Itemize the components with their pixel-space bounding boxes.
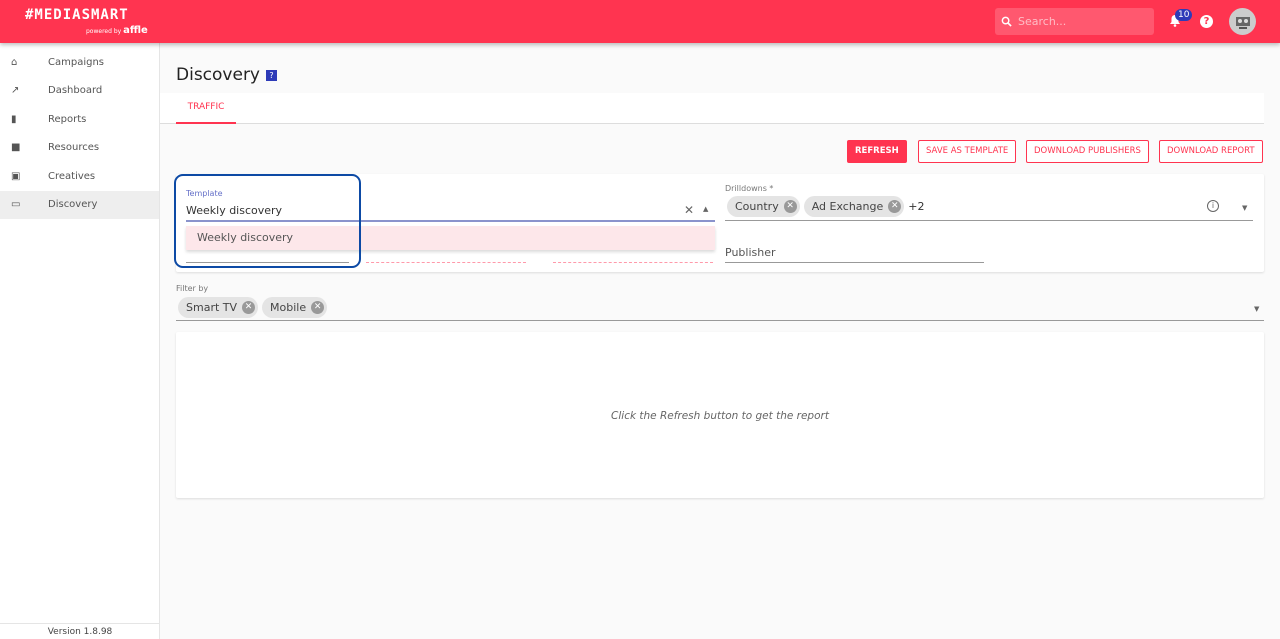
sidebar-item-reports[interactable]: ▮ Reports bbox=[0, 105, 159, 134]
chip-smart-tv: Smart TV ✕ bbox=[178, 297, 259, 318]
download-publishers-button[interactable]: DOWNLOAD PUBLISHERS bbox=[1026, 140, 1149, 163]
filter-select[interactable]: Smart TV ✕ Mobile ✕ bbox=[178, 297, 331, 318]
remove-chip-icon[interactable]: ✕ bbox=[888, 200, 902, 213]
tab-bar: TRAFFIC bbox=[160, 93, 1264, 124]
sidebar-item-campaigns[interactable]: ⌂ Campaigns bbox=[0, 48, 159, 77]
chip-mobile: Mobile ✕ bbox=[262, 297, 328, 318]
filter-label: Filter by bbox=[176, 284, 209, 293]
image-icon: ▣ bbox=[11, 170, 21, 182]
search-icon bbox=[1001, 16, 1012, 27]
avatar[interactable] bbox=[1229, 8, 1256, 35]
chevron-down-icon[interactable]: ▼ bbox=[1242, 204, 1247, 212]
bar-chart-icon: ▮ bbox=[11, 113, 17, 125]
arrow-up-icon[interactable]: ▲ bbox=[703, 205, 708, 213]
robot-icon bbox=[1235, 16, 1250, 29]
home-icon: ⌂ bbox=[11, 56, 18, 68]
start-date-field[interactable] bbox=[366, 262, 526, 263]
remove-chip-icon[interactable]: ✕ bbox=[242, 301, 256, 314]
notification-badge: 10 bbox=[1175, 9, 1193, 21]
chevron-down-icon[interactable]: ▼ bbox=[1254, 305, 1259, 313]
clear-icon[interactable]: ✕ bbox=[684, 203, 694, 217]
help-icon[interactable]: ? bbox=[1200, 15, 1213, 28]
publisher-input[interactable]: Publisher bbox=[725, 246, 776, 259]
main-content: Discovery? TRAFFIC REFRESH SAVE AS TEMPL… bbox=[160, 43, 1280, 639]
end-date-field[interactable] bbox=[553, 262, 713, 263]
search-input[interactable]: Search... bbox=[995, 8, 1154, 35]
page-title: Discovery? bbox=[176, 65, 277, 85]
sidebar-item-creatives[interactable]: ▣ Creatives bbox=[0, 162, 159, 191]
filter-underline bbox=[176, 320, 1264, 321]
version-label: Version 1.8.98 bbox=[0, 623, 160, 637]
refresh-button[interactable]: REFRESH bbox=[847, 140, 907, 163]
focus-highlight bbox=[174, 174, 361, 268]
info-icon[interactable]: i bbox=[1207, 200, 1219, 212]
more-count: +2 bbox=[908, 200, 925, 213]
drilldowns-underline bbox=[725, 220, 1253, 221]
sidebar-item-discovery[interactable]: ▭ Discovery bbox=[0, 190, 159, 219]
publisher-underline bbox=[725, 262, 984, 263]
logo: #MEDIASMART bbox=[25, 7, 129, 23]
drilldowns-select[interactable]: Country ✕ Ad Exchange ✕ +2 bbox=[727, 196, 924, 217]
download-report-button[interactable]: DOWNLOAD REPORT bbox=[1159, 140, 1263, 163]
widgets-icon: ■ bbox=[11, 142, 21, 154]
drilldowns-label: Drilldowns * bbox=[725, 184, 774, 193]
empty-message: Click the Refresh button to get the repo… bbox=[611, 410, 829, 422]
chip-country: Country ✕ bbox=[727, 196, 800, 217]
sidebar-item-dashboard[interactable]: ↗ Dashboard bbox=[0, 77, 159, 106]
sidebar-item-resources[interactable]: ■ Resources bbox=[0, 134, 159, 163]
remove-chip-icon[interactable]: ✕ bbox=[783, 200, 797, 213]
chip-ad-exchange: Ad Exchange ✕ bbox=[803, 196, 905, 217]
tab-traffic[interactable]: TRAFFIC bbox=[176, 93, 236, 124]
help-book-icon[interactable]: ? bbox=[266, 70, 277, 81]
top-bar: #MEDIASMART powered by affle Search... 1… bbox=[0, 0, 1280, 43]
logo-sub: powered by affle bbox=[86, 25, 148, 36]
report-panel: Click the Refresh button to get the repo… bbox=[176, 332, 1264, 498]
laptop-search-icon: ▭ bbox=[11, 199, 21, 211]
remove-chip-icon[interactable]: ✕ bbox=[311, 301, 325, 314]
trend-icon: ↗ bbox=[11, 85, 20, 97]
save-as-template-button[interactable]: SAVE AS TEMPLATE bbox=[918, 140, 1017, 163]
sidebar: ⌂ Campaigns ↗ Dashboard ▮ Reports ■ Resource… bbox=[0, 43, 160, 639]
